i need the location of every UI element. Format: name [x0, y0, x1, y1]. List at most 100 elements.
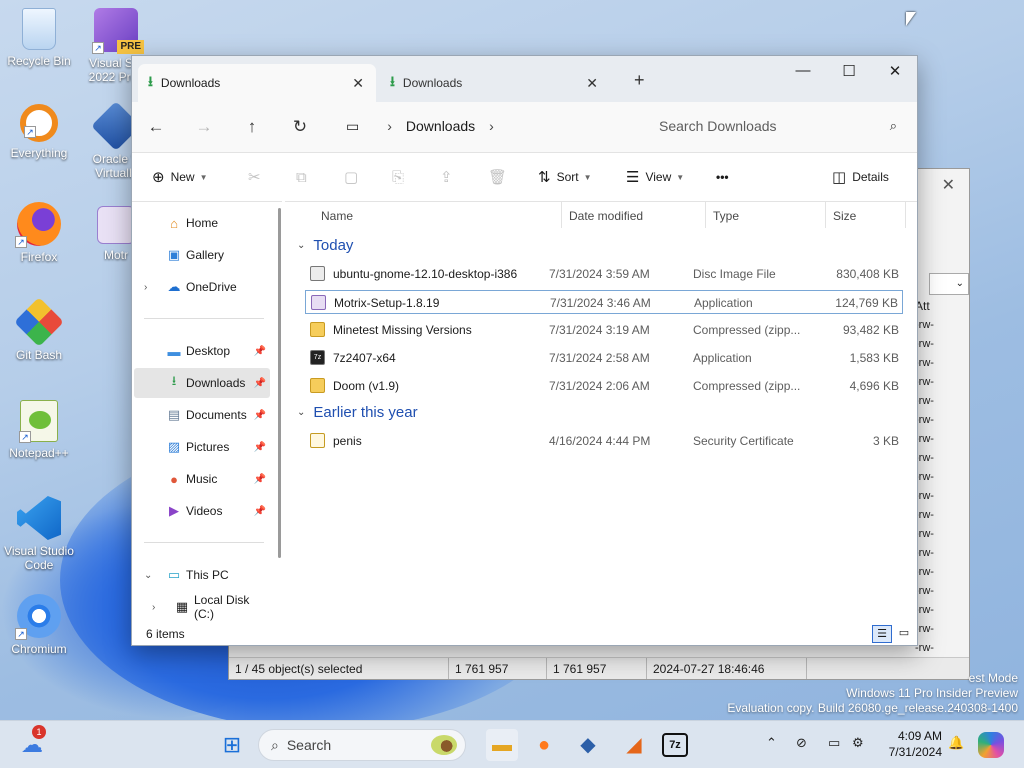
expand-chevron-icon[interactable]: ›	[144, 282, 147, 293]
bg-close-icon[interactable]: ✕	[942, 175, 955, 195]
rename-icon: ⎘	[392, 168, 405, 186]
desktop-icon-recycle-bin[interactable]: Recycle Bin	[1, 8, 77, 68]
nav-item-this-pc[interactable]: ⌄ ▭ This PC	[134, 560, 270, 590]
bg-dropdown[interactable]: ⌄	[929, 273, 969, 295]
bg-status-selected: 1 / 45 object(s) selected	[229, 658, 449, 679]
desktop-folder-icon: ▬	[167, 343, 181, 359]
desktop-icon-notepadpp[interactable]: ↗ Notepad++	[1, 400, 77, 460]
paste-button[interactable]: ▢	[344, 153, 364, 201]
plus-circle-icon: ⊕	[152, 169, 165, 186]
nav-item-onedrive[interactable]: › ☁ OneDrive	[134, 272, 270, 302]
taskbar-search-label: Search	[286, 737, 332, 753]
column-divider[interactable]	[705, 202, 706, 228]
maximize-button[interactable]: ☐	[826, 62, 872, 80]
column-header-type[interactable]: Type	[713, 202, 739, 230]
start-button[interactable]: ⊞	[216, 729, 248, 761]
nav-item-pictures[interactable]: ▨ Pictures 📌	[134, 432, 270, 462]
new-button[interactable]: ⊕ New ▼	[152, 153, 208, 201]
file-row[interactable]: Doom (v1.9) 7/31/2024 2:06 AM Compressed…	[305, 374, 903, 398]
file-row[interactable]: Minetest Missing Versions 7/31/2024 3:19…	[305, 318, 903, 342]
weather-widget-icon[interactable]: ☁ 1	[16, 725, 48, 761]
nav-scrollbar[interactable]	[278, 208, 281, 558]
network-offline-icon[interactable]: ⊘	[796, 735, 807, 751]
desktop-icon-chromium[interactable]: ↗ Chromium	[1, 594, 77, 656]
minimize-button[interactable]: —	[780, 62, 826, 79]
file-row[interactable]: 7z 7z2407-x64 7/31/2024 2:58 AM Applicat…	[305, 346, 903, 370]
column-header-size[interactable]: Size	[833, 202, 856, 230]
show-hidden-icons-chevron[interactable]: ⌃	[766, 735, 777, 751]
up-button[interactable]: ↑	[228, 117, 276, 137]
desktop-icon-git-bash[interactable]: Git Bash	[1, 297, 77, 362]
desktop-icon-everything[interactable]: ↗ Everything	[1, 104, 77, 160]
file-row[interactable]: penis 4/16/2024 4:44 PM Security Certifi…	[305, 429, 903, 453]
column-divider[interactable]	[825, 202, 826, 228]
tab-downloads-inactive[interactable]: ⭳ Downloads ✕	[380, 64, 610, 102]
expand-chevron-icon[interactable]: ›	[152, 602, 155, 613]
taskbar-search[interactable]: ⌕ Search	[258, 729, 466, 761]
sevenzip-taskbar-icon[interactable]: 7z	[662, 733, 688, 757]
tab-bar: ⭳ Downloads ✕ ⭳ Downloads ✕ + — ☐ ✕	[132, 56, 917, 102]
copilot-icon[interactable]	[978, 732, 1004, 758]
notification-bell-icon[interactable]: 🔔	[948, 735, 964, 751]
nav-item-local-disk[interactable]: › ▦ Local Disk (C:)	[134, 592, 270, 622]
virtualbox-taskbar-icon[interactable]: ◆	[572, 729, 604, 761]
nav-item-desktop[interactable]: ▬ Desktop 📌	[134, 336, 270, 366]
nav-item-videos[interactable]: ▶ Videos 📌	[134, 496, 270, 526]
display-icon[interactable]: ▭	[828, 735, 840, 751]
desktop-icon-vscode[interactable]: Visual Studio Code	[1, 496, 77, 572]
file-explorer-taskbar-icon[interactable]: ▬	[486, 729, 518, 761]
rename-button[interactable]: ⎘	[392, 153, 410, 201]
nav-item-music[interactable]: ● Music 📌	[134, 464, 270, 494]
collapse-chevron-icon[interactable]: ⌄	[144, 570, 152, 581]
settings-icon[interactable]: ⚙	[852, 735, 864, 751]
address-bar-row: ← → ↑ ↻ ▭ › Downloads › Search Downloads…	[132, 102, 917, 152]
share-button[interactable]: ⇪	[440, 153, 459, 201]
tab-close-icon[interactable]: ✕	[586, 75, 598, 92]
sort-button[interactable]: ⇅ Sort ▼	[538, 153, 592, 201]
cut-button[interactable]: ✂	[248, 153, 267, 201]
forward-button[interactable]: →	[180, 117, 228, 137]
group-header-today[interactable]: ⌄ Today	[297, 237, 353, 254]
column-header-name[interactable]: Name	[321, 202, 353, 230]
breadcrumb-chevron-icon[interactable]: ›	[489, 118, 494, 134]
clock[interactable]: 4:09 AM 7/31/2024	[889, 728, 942, 760]
more-options-button[interactable]: •••	[716, 153, 729, 201]
nav-item-home[interactable]: ⌂ Home	[134, 208, 270, 238]
chromium-icon: ↗	[15, 594, 61, 640]
file-row[interactable]: Motrix-Setup-1.8.19 7/31/2024 3:46 AM Ap…	[305, 290, 903, 314]
tab-close-icon[interactable]: ✕	[352, 75, 364, 92]
file-row[interactable]: ubuntu-gnome-12.10-desktop-i386 7/31/202…	[305, 262, 903, 286]
breadcrumb-chevron-icon[interactable]: ›	[387, 118, 392, 134]
file-type: Application	[693, 351, 752, 365]
details-view-button[interactable]: ☰	[872, 625, 892, 643]
zip-folder-icon	[310, 378, 325, 393]
column-divider[interactable]	[561, 202, 562, 228]
desktop-icon-label: Git Bash	[15, 348, 63, 362]
attr-cell: -rw-	[915, 414, 934, 426]
firefox-taskbar-icon[interactable]: ●	[528, 729, 560, 761]
back-button[interactable]: ←	[132, 117, 180, 137]
breadcrumb-downloads[interactable]: Downloads	[406, 118, 475, 134]
details-pane-button[interactable]: ◫ Details	[832, 153, 889, 201]
column-header-date[interactable]: Date modified	[569, 202, 643, 230]
tab-downloads-active[interactable]: ⭳ Downloads ✕	[138, 64, 376, 102]
file-name: Minetest Missing Versions	[333, 323, 472, 337]
desktop-icon-firefox[interactable]: ↗ Firefox	[1, 202, 77, 264]
copy-button[interactable]: ⧉	[296, 153, 313, 201]
refresh-button[interactable]: ↻	[276, 117, 324, 137]
search-box[interactable]: Search Downloads ⌕	[645, 109, 911, 143]
group-header-earlier-this-year[interactable]: ⌄ Earlier this year	[297, 404, 418, 421]
nav-item-documents[interactable]: ▤ Documents 📌	[134, 400, 270, 430]
close-window-button[interactable]: ✕	[872, 62, 917, 80]
nav-item-gallery[interactable]: ▣ Gallery	[134, 240, 270, 270]
firefox-icon: ↗	[15, 202, 61, 248]
git-taskbar-icon[interactable]: ◢	[618, 729, 650, 761]
column-divider[interactable]	[905, 202, 906, 228]
address-bar[interactable]: ▭ › Downloads ›	[332, 109, 634, 143]
delete-button[interactable]: 🗑	[488, 153, 513, 201]
tiles-view-button[interactable]: ▭	[894, 625, 914, 643]
new-tab-button[interactable]: +	[634, 70, 645, 91]
view-button[interactable]: ☰ View ▼	[626, 153, 684, 201]
file-explorer-window[interactable]: ⭳ Downloads ✕ ⭳ Downloads ✕ + — ☐ ✕ ← → …	[131, 55, 918, 646]
nav-item-downloads[interactable]: ⭳ Downloads 📌	[134, 368, 270, 398]
